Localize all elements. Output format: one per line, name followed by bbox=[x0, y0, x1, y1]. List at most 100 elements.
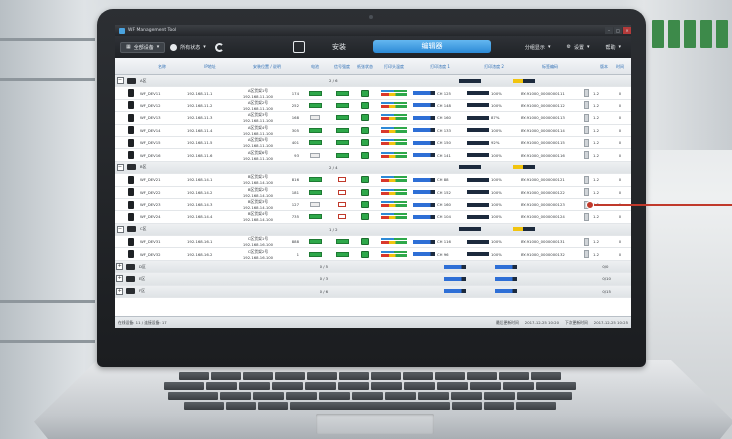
table-row[interactable]: WF_DEV32 192.168.16.2 C区货架2号 192.168.16.100… bbox=[115, 248, 631, 261]
expand-icon[interactable]: + bbox=[116, 275, 124, 283]
header-name[interactable]: 名称 bbox=[137, 64, 187, 69]
expand-icon[interactable]: + bbox=[116, 263, 124, 271]
signal-icon bbox=[338, 189, 346, 195]
spinner-icon[interactable] bbox=[583, 212, 589, 221]
status-last-update-time: 2017-12-25 10:20 bbox=[524, 320, 559, 325]
header-version[interactable]: 版本 bbox=[593, 64, 615, 69]
header-tag-code[interactable]: 标签编码 bbox=[521, 64, 579, 69]
temperature-gauge bbox=[381, 238, 407, 245]
printer-device-icon bbox=[128, 188, 134, 197]
table-row[interactable]: WF_DEV31 192.168.16.1 C区货架1号 192.168.16.100… bbox=[115, 236, 631, 249]
header-density-2[interactable]: 打印浓度 2 bbox=[467, 64, 521, 69]
header-time[interactable]: 时间 bbox=[615, 64, 625, 69]
device-count: 168 bbox=[291, 115, 299, 121]
device-count: 1 bbox=[296, 251, 299, 257]
spinner-icon[interactable] bbox=[583, 188, 589, 197]
signal-icon bbox=[338, 177, 346, 183]
density-bar bbox=[467, 91, 489, 96]
window-title: WF Management Tool bbox=[128, 28, 177, 33]
group-row[interactable]: − A区 2 / 6 bbox=[115, 75, 631, 88]
window-icon[interactable] bbox=[293, 40, 305, 53]
spinner-icon[interactable] bbox=[583, 89, 589, 98]
signal-icon bbox=[335, 251, 349, 257]
spinner-icon[interactable] bbox=[583, 138, 589, 147]
header-ip[interactable]: IP地址 bbox=[187, 64, 233, 69]
collapse-icon[interactable]: − bbox=[116, 163, 124, 171]
spinner-icon[interactable] bbox=[583, 237, 589, 246]
group-row-collapsed[interactable]: + D区 0 / 5 0/0 bbox=[115, 260, 631, 274]
help-dropdown[interactable]: 帮助 ▾ bbox=[600, 42, 626, 53]
device-filter-dropdown[interactable]: ▦ 全部设备 ▾ bbox=[120, 41, 166, 53]
header-density-1[interactable]: 打印浓度 1 bbox=[413, 64, 467, 69]
paper-status-icon bbox=[361, 188, 369, 196]
group-row-collapsed[interactable]: + E区 0 / 3 0/10 bbox=[115, 273, 631, 286]
spinner-icon[interactable] bbox=[583, 151, 589, 160]
density-bar bbox=[413, 177, 435, 182]
tab-install[interactable]: 安装 bbox=[311, 42, 367, 52]
main-toolbar: ▦ 全部设备 ▾ 所有状态 ▾ 安装 编辑器 分组显示 ▾ ⚙ 设置 ▾ 帮助 … bbox=[115, 36, 631, 58]
device-ip: 192.168.11.6 bbox=[187, 152, 213, 158]
spinner-icon[interactable] bbox=[583, 126, 589, 135]
table-row[interactable]: WF_DEV13 192.168.11.3 A区货架3号 192.168.11.100… bbox=[115, 112, 631, 125]
expand-icon[interactable]: + bbox=[116, 287, 124, 295]
density-bar bbox=[413, 252, 435, 257]
density-bar bbox=[467, 115, 489, 120]
header-location[interactable]: 安装位置 / 说明 bbox=[233, 64, 301, 69]
spinner-icon[interactable] bbox=[583, 113, 589, 122]
minimize-button[interactable]: – bbox=[605, 27, 613, 34]
table-row[interactable]: WF_DEV16 192.168.11.6 A区货架6号 192.168.11.100… bbox=[115, 149, 631, 162]
table-row[interactable]: WF_DEV14 192.168.11.4 A区货架4号 192.168.11.100… bbox=[115, 125, 631, 137]
gauge-bottom bbox=[381, 129, 407, 133]
group-row[interactable]: − B区 2 / 4 bbox=[115, 161, 631, 175]
device-location-line2: 192.168.14.100 bbox=[242, 180, 274, 186]
group-icon-cell bbox=[125, 77, 137, 84]
density-1-cell: CH 152 bbox=[413, 190, 467, 195]
header-head-temp[interactable]: 打印头温度 bbox=[375, 64, 413, 69]
table-row[interactable]: WF_DEV15 192.168.11.5 A区货架5号 192.168.11.100… bbox=[115, 137, 631, 150]
device-location: B区货架2号 192.168.14.100 bbox=[233, 187, 283, 198]
head-temp-cell bbox=[375, 114, 413, 121]
group-row-collapsed[interactable]: + F区 0 / 6 0/15 bbox=[115, 285, 631, 299]
density-1-value: CH 104 bbox=[437, 214, 451, 220]
density-1-cell: CH 160 bbox=[413, 115, 467, 120]
refresh-icon[interactable] bbox=[214, 42, 224, 52]
device-ip: 192.168.11.3 bbox=[187, 115, 213, 121]
gauge-bottom bbox=[381, 204, 407, 208]
tag-code: BY-91000_0000000123 bbox=[521, 202, 565, 208]
header-paper[interactable]: 纸张状态 bbox=[355, 64, 375, 69]
status-filter-dropdown[interactable]: 所有状态 ▾ bbox=[165, 42, 211, 53]
help-label: 帮助 bbox=[605, 44, 616, 51]
device-time: 0 bbox=[618, 127, 622, 133]
device-time: 0 bbox=[618, 140, 622, 146]
head-temp-cell bbox=[375, 126, 413, 134]
tag-code: BY-91000_0000000124 bbox=[521, 214, 565, 220]
spinner-icon[interactable] bbox=[583, 101, 589, 110]
close-button[interactable]: ✕ bbox=[623, 27, 631, 34]
table-row[interactable]: WF_DEV22 192.168.14.2 B区货架2号 192.168.14.100… bbox=[115, 187, 631, 199]
tab-editor[interactable]: 编辑器 bbox=[373, 40, 491, 53]
table-row[interactable]: WF_DEV24 192.168.14.4 B区货架4号 192.168.14.100… bbox=[115, 211, 631, 224]
spinner-icon[interactable] bbox=[583, 250, 589, 259]
group-icon-cell bbox=[125, 275, 136, 282]
collapse-icon[interactable]: − bbox=[116, 225, 124, 233]
maximize-button[interactable]: □ bbox=[614, 27, 622, 34]
group-name: D区 bbox=[139, 263, 146, 269]
density-2-value: 100% bbox=[491, 214, 502, 220]
header-battery[interactable]: 电池 bbox=[301, 64, 329, 69]
table-row[interactable]: WF_DEV21 192.168.14.1 B区货架1号 192.168.14.100… bbox=[115, 174, 631, 187]
gauge-top bbox=[381, 201, 407, 204]
group-view-dropdown[interactable]: 分组显示 ▾ bbox=[520, 42, 556, 53]
paper-status-icon bbox=[361, 213, 369, 221]
settings-dropdown[interactable]: ⚙ 设置 ▾ bbox=[561, 42, 594, 53]
table-row[interactable]: WF_DEV23 192.168.14.3 B区货架3号 192.168.14.100… bbox=[115, 199, 631, 212]
header-signal[interactable]: 信号强度 bbox=[329, 64, 355, 69]
collapse-icon[interactable]: − bbox=[116, 77, 124, 85]
spinner-icon[interactable] bbox=[583, 175, 589, 184]
paper-status-icon bbox=[361, 250, 369, 258]
table-row[interactable]: WF_DEV11 192.168.11.1 A区货架1号 192.168.11.100… bbox=[115, 87, 631, 100]
table-row[interactable]: WF_DEV12 192.168.11.2 A区货架2号 192.168.11.100… bbox=[115, 100, 631, 113]
spinner-cell bbox=[579, 188, 593, 197]
group-row[interactable]: − C区 1 / 2 bbox=[115, 223, 631, 237]
device-ip: 192.168.11.5 bbox=[187, 140, 213, 146]
head-temp-cell bbox=[375, 201, 413, 208]
